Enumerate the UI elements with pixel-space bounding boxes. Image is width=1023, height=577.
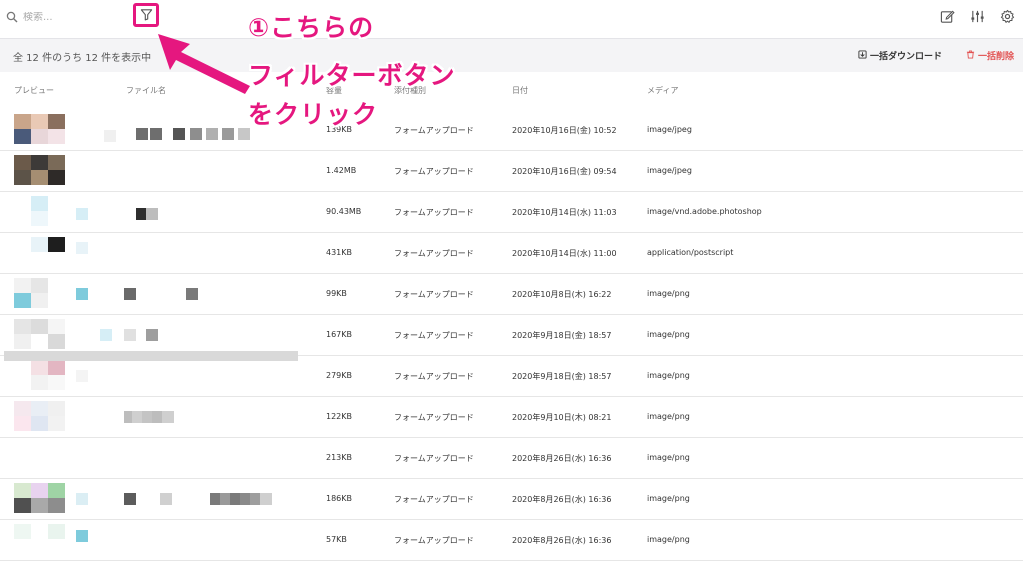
- file-preview-thumbnail[interactable]: [14, 524, 66, 557]
- media-type: image/jpeg: [647, 125, 692, 134]
- table-row[interactable]: 279KB フォームアップロード 2020年9月18日(金) 18:57 image/…: [0, 356, 1023, 397]
- column-date[interactable]: 日付: [512, 85, 528, 96]
- table-row[interactable]: 99KB フォームアップロード 2020年10月8日(木) 16:22 image/p…: [0, 274, 1023, 315]
- file-preview-thumbnail[interactable]: [14, 360, 66, 393]
- file-list: 139KB フォームアップロード 2020年10月16日(金) 10:52 image…: [0, 110, 1023, 561]
- attach-type: フォームアップロード: [394, 372, 474, 381]
- table-row[interactable]: 431KB フォームアップロード 2020年10月14日(水) 11:00 appli…: [0, 233, 1023, 274]
- upload-date: 2020年8月26日(水) 16:36: [512, 495, 612, 504]
- file-preview-thumbnail[interactable]: [14, 237, 66, 270]
- file-name-mosaic[interactable]: [76, 198, 296, 228]
- upload-date: 2020年10月8日(木) 16:22: [512, 290, 612, 299]
- file-preview-thumbnail[interactable]: [14, 278, 66, 311]
- table-row[interactable]: 57KB フォームアップロード 2020年8月26日(水) 16:36 image/p…: [0, 520, 1023, 561]
- bulk-download-button[interactable]: 一括ダウンロード: [858, 49, 942, 62]
- attach-type: フォームアップロード: [394, 413, 474, 422]
- upload-date: 2020年10月16日(金) 09:54: [512, 167, 617, 176]
- upload-date: 2020年10月14日(水) 11:00: [512, 249, 617, 258]
- file-name-mosaic[interactable]: [76, 280, 296, 310]
- download-icon: [858, 49, 867, 62]
- file-size: 122KB: [326, 412, 353, 421]
- file-size: 57KB: [326, 535, 347, 544]
- file-size: 431KB: [326, 248, 353, 257]
- sliders-icon[interactable]: [969, 8, 985, 24]
- table-row[interactable]: 139KB フォームアップロード 2020年10月16日(金) 10:52 image…: [0, 110, 1023, 151]
- file-preview-thumbnail[interactable]: [14, 114, 66, 147]
- table-row[interactable]: 90.43MB フォームアップロード 2020年10月14日(水) 11:03 ima…: [0, 192, 1023, 233]
- file-name-mosaic[interactable]: [76, 526, 296, 556]
- file-preview-thumbnail[interactable]: [14, 319, 66, 352]
- media-type: application/postscript: [647, 248, 734, 257]
- search-input[interactable]: [23, 11, 113, 23]
- media-type: image/png: [647, 453, 690, 462]
- file-name-mosaic[interactable]: [76, 157, 296, 187]
- file-preview-thumbnail[interactable]: [14, 401, 66, 434]
- file-size: 99KB: [326, 289, 347, 298]
- filter-button[interactable]: [133, 3, 159, 27]
- upload-date: 2020年10月16日(金) 10:52: [512, 126, 617, 135]
- upload-date: 2020年9月18日(金) 18:57: [512, 372, 612, 381]
- annotation-arrow: [158, 34, 250, 94]
- media-type: image/png: [647, 330, 690, 339]
- attach-type: フォームアップロード: [394, 454, 474, 463]
- file-size: 213KB: [326, 453, 353, 462]
- file-name-mosaic[interactable]: [76, 403, 296, 433]
- bulk-download-label: 一括ダウンロード: [870, 52, 943, 62]
- table-row[interactable]: 186KB フォームアップロード 2020年8月26日(水) 16:36 image/…: [0, 479, 1023, 520]
- media-type: image/png: [647, 371, 690, 380]
- file-size: 186KB: [326, 494, 353, 503]
- file-name-mosaic[interactable]: [76, 485, 296, 515]
- annotation-line-3: をクリック: [248, 100, 379, 129]
- file-preview-thumbnail[interactable]: [14, 155, 66, 188]
- annotation-line-1: ①こちらの: [248, 13, 375, 42]
- attach-type: フォームアップロード: [394, 290, 474, 299]
- media-type: image/jpeg: [647, 166, 692, 175]
- trash-icon: [966, 50, 975, 62]
- media-type: image/png: [647, 494, 690, 503]
- upload-date: 2020年9月10日(木) 08:21: [512, 413, 612, 422]
- mosaic-strip: [4, 351, 298, 361]
- table-row[interactable]: 213KB フォームアップロード 2020年8月26日(水) 16:36 image/…: [0, 438, 1023, 479]
- media-type: image/png: [647, 535, 690, 544]
- attach-type: フォームアップロード: [394, 126, 474, 135]
- edit-icon[interactable]: [939, 8, 955, 24]
- column-preview[interactable]: プレビュー: [14, 85, 54, 96]
- column-media[interactable]: メディア: [647, 85, 678, 96]
- upload-date: 2020年10月14日(水) 11:03: [512, 208, 617, 217]
- attach-type: フォームアップロード: [394, 208, 474, 217]
- file-size: 90.43MB: [326, 207, 362, 216]
- table-row[interactable]: 167KB フォームアップロード 2020年9月18日(金) 18:57 image/…: [0, 315, 1023, 356]
- result-count: 全 12 件のうち 12 件を表示中: [13, 53, 152, 64]
- file-size: 167KB: [326, 330, 353, 339]
- file-name-mosaic[interactable]: [76, 321, 296, 351]
- annotation-line-2: フィルターボタン: [248, 61, 456, 90]
- file-size: 279KB: [326, 371, 353, 380]
- search-icon: [6, 8, 18, 27]
- table-row[interactable]: 122KB フォームアップロード 2020年9月10日(木) 08:21 image/…: [0, 397, 1023, 438]
- table-row[interactable]: 1.42MB フォームアップロード 2020年10月16日(金) 09:54 imag…: [0, 151, 1023, 192]
- filter-icon: [140, 6, 153, 25]
- media-type: image/vnd.adobe.photoshop: [647, 207, 762, 216]
- media-type: image/png: [647, 289, 690, 298]
- upload-date: 2020年8月26日(水) 16:36: [512, 454, 612, 463]
- media-type: image/png: [647, 412, 690, 421]
- attach-type: フォームアップロード: [394, 167, 474, 176]
- file-name-mosaic[interactable]: [76, 362, 296, 392]
- attach-type: フォームアップロード: [394, 495, 474, 504]
- gear-icon[interactable]: [999, 8, 1015, 24]
- attach-type: フォームアップロード: [394, 331, 474, 340]
- file-name-mosaic[interactable]: [76, 444, 296, 474]
- file-preview-thumbnail[interactable]: [14, 196, 66, 229]
- search-box[interactable]: [6, 6, 124, 28]
- file-preview-thumbnail[interactable]: [14, 442, 66, 475]
- bulk-delete-label: 一括削除: [978, 52, 1015, 62]
- file-size: 1.42MB: [326, 166, 357, 175]
- attach-type: フォームアップロード: [394, 249, 474, 258]
- file-name-mosaic[interactable]: [76, 239, 296, 269]
- upload-date: 2020年9月18日(金) 18:57: [512, 331, 612, 340]
- bulk-delete-button[interactable]: 一括削除: [966, 49, 1014, 62]
- upload-date: 2020年8月26日(水) 16:36: [512, 536, 612, 545]
- attach-type: フォームアップロード: [394, 536, 474, 545]
- file-preview-thumbnail[interactable]: [14, 483, 66, 516]
